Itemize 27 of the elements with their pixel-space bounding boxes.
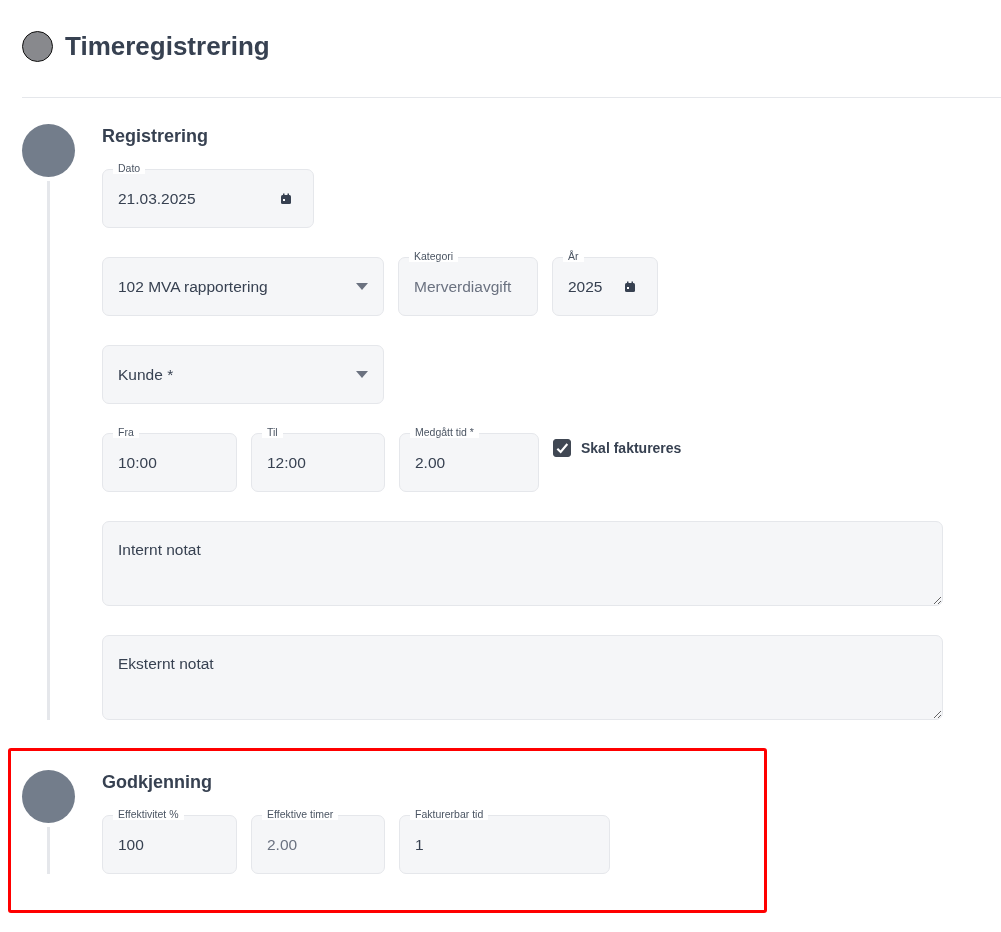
section-heading: Registrering: [102, 126, 210, 147]
field-label: Dato: [113, 162, 146, 174]
field-label: Kategori: [409, 250, 459, 262]
dropdown-value: 102 MVA rapportering: [118, 277, 268, 296]
calendar-icon[interactable]: [280, 193, 292, 205]
field-label: Medgått tid *: [410, 426, 479, 438]
field-label: Fakturerbar tid: [410, 808, 489, 820]
field-label: Fra: [113, 426, 139, 438]
note-field[interactable]: Internt notat: [102, 521, 943, 606]
note-field[interactable]: Eksternt notat: [102, 635, 943, 720]
calendar-icon[interactable]: [624, 281, 636, 293]
step-marker: [21, 124, 75, 177]
checkbox[interactable]: [553, 438, 571, 457]
checkbox-label: Skal faktureres: [581, 439, 682, 456]
field-label: Effektivitet %: [113, 808, 184, 820]
field-label: Effektive timer: [262, 808, 339, 820]
section-heading: Godkjenning: [102, 772, 213, 793]
field-label: Til: [262, 426, 283, 438]
caret-icon[interactable]: [356, 371, 368, 378]
dropdown-placeholder: Kunde *: [118, 365, 174, 384]
logo-icon: [22, 30, 53, 62]
dropdown-field[interactable]: 102 MVA rapportering: [102, 257, 384, 316]
caret-icon[interactable]: [356, 283, 368, 290]
field-label: År: [563, 250, 584, 262]
dropdown-field[interactable]: Kunde *: [102, 345, 384, 404]
page-title: Timeregistrering: [65, 30, 270, 62]
step-marker: [21, 770, 75, 823]
